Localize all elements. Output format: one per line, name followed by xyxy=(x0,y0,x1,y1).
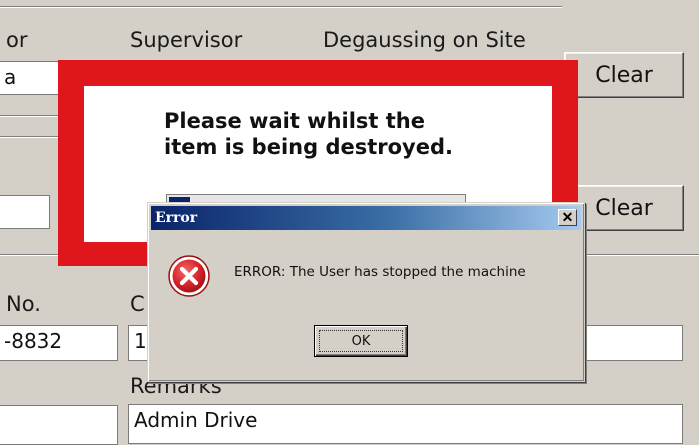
serial-label: No. xyxy=(6,292,41,316)
ok-button[interactable]: OK xyxy=(314,325,408,357)
error-dialog-titlebar[interactable]: Error ✕ xyxy=(151,206,581,230)
error-icon xyxy=(168,255,210,297)
ok-focus-ring xyxy=(319,330,403,352)
left-field-mid[interactable] xyxy=(0,195,50,229)
overlay-message: Please wait whilst the item is being des… xyxy=(164,108,524,161)
degaussing-label: Degaussing on Site xyxy=(323,28,526,52)
overlay-message-line1: Please wait whilst the xyxy=(164,109,426,133)
remarks-field[interactable]: Admin Drive xyxy=(128,404,683,444)
top-groove xyxy=(0,6,562,8)
category-label: C xyxy=(130,292,145,316)
error-dialog: Error ✕ ERROR: The User has stopped the … xyxy=(147,202,585,382)
close-icon[interactable]: ✕ xyxy=(558,209,577,226)
serial-field[interactable]: -8832 xyxy=(0,325,118,361)
supervisor-label: Supervisor xyxy=(130,28,243,52)
error-message: ERROR: The User has stopped the machine xyxy=(234,264,526,280)
overlay-message-line2: item is being destroyed. xyxy=(164,135,453,160)
left-field-bottom[interactable] xyxy=(0,405,118,445)
clear-button-top[interactable]: Clear xyxy=(564,52,684,98)
section-groove-2 xyxy=(0,136,60,138)
error-dialog-title: Error xyxy=(155,210,198,226)
right-field-lower[interactable] xyxy=(580,325,683,361)
operator-label: or xyxy=(6,28,28,52)
